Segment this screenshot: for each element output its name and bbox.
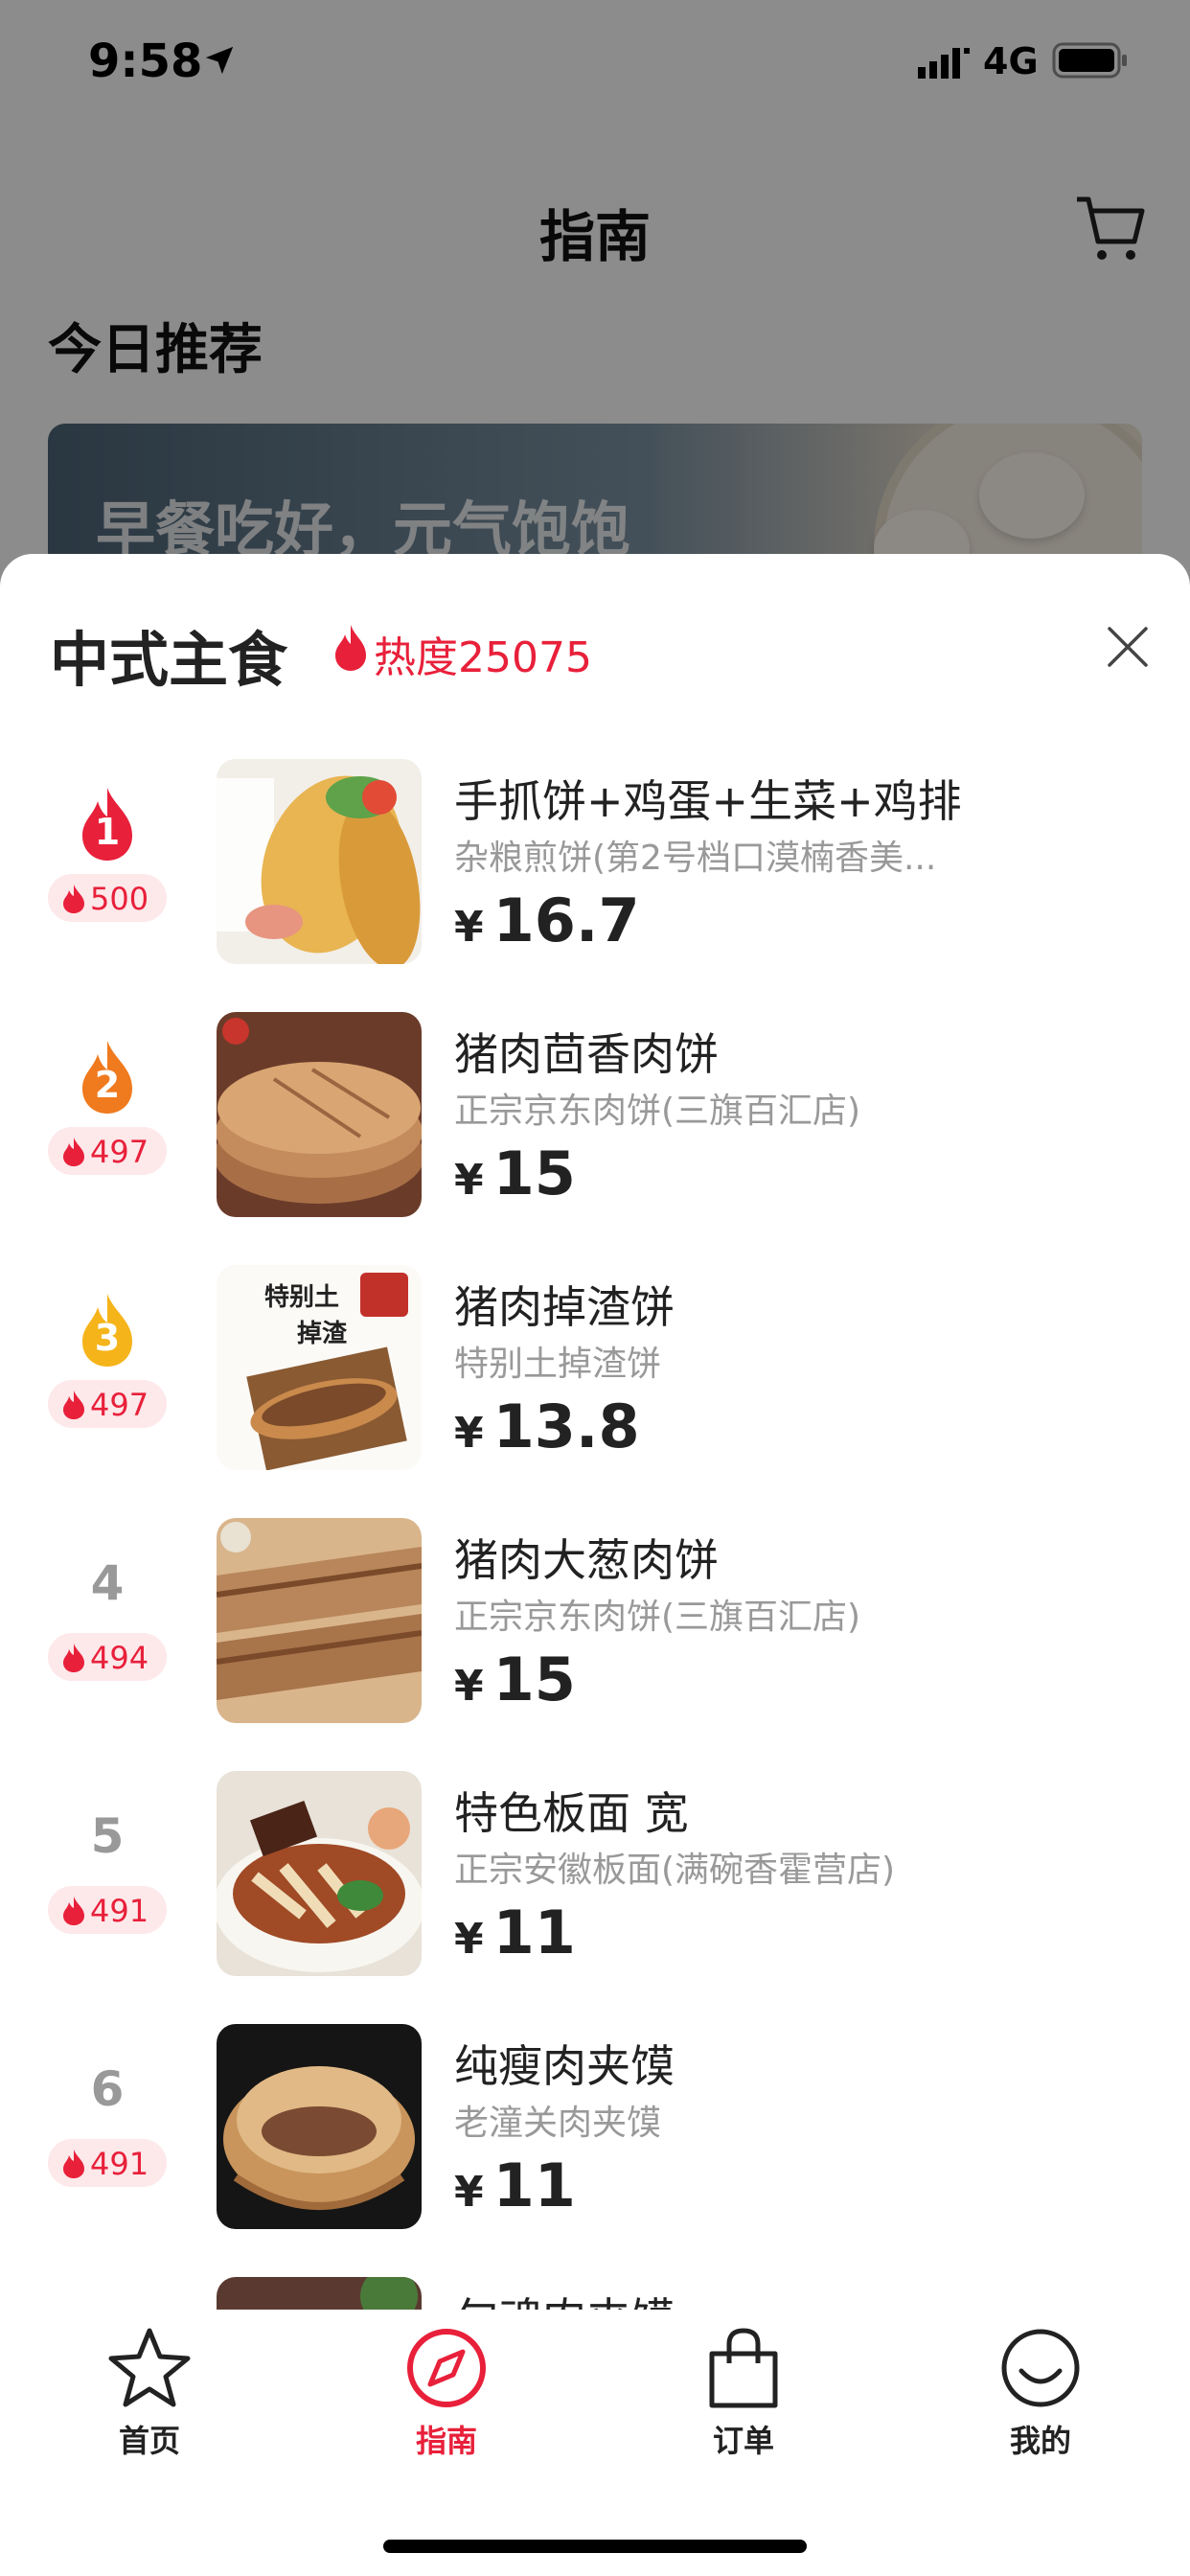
list-item[interactable]: 5 491 特色板面 宽 正宗安徽板面(满碗香霍营店) ¥11 bbox=[0, 1771, 1190, 2024]
heat-value: 491 bbox=[90, 1893, 149, 1929]
heat-value: 500 bbox=[90, 881, 149, 917]
list-item[interactable]: 3 497 特别土 掉渣 猪肉掉渣饼 特别土掉渣饼 ¥13.8 bbox=[0, 1265, 1190, 1518]
item-shop: 杂粮煎饼(第2号档口漠楠香美... bbox=[454, 839, 937, 878]
heat-badge: 494 bbox=[48, 1633, 167, 1681]
item-name: 纯瘦肉夹馍 bbox=[454, 2040, 675, 2092]
heat-value: 491 bbox=[90, 2146, 149, 2182]
item-shop: 正宗京东肉饼(三旗百汇店) bbox=[454, 1092, 861, 1131]
tab-home[interactable]: 首页 bbox=[54, 2325, 245, 2478]
item-name: 猪肉掉渣饼 bbox=[454, 1281, 675, 1333]
tab-bar: 首页 指南 订单 我的 bbox=[0, 2310, 1190, 2576]
heat-badge: 491 bbox=[48, 1886, 167, 1934]
heat-value: 494 bbox=[90, 1640, 149, 1676]
item-shop: 老潼关肉夹馍 bbox=[454, 2104, 662, 2143]
item-shop: 正宗京东肉饼(三旗百汇店) bbox=[454, 1598, 861, 1637]
tab-orders[interactable]: 订单 bbox=[648, 2325, 839, 2478]
star-icon bbox=[108, 2328, 191, 2407]
item-price: ¥11 bbox=[454, 2150, 576, 2220]
shopping-bag-icon bbox=[709, 2328, 778, 2408]
rank-number: 3 bbox=[94, 1317, 121, 1359]
list-item[interactable]: 勾魂肉夹馍 bbox=[0, 2277, 1190, 2312]
heat-total: 热度25075 bbox=[374, 633, 592, 682]
ranking-list: 1 500 手抓饼+鸡蛋+生菜+鸡排 杂粮煎饼(第2号档口漠楠香美... ¥ 1… bbox=[0, 759, 1190, 2312]
rank-number: 5 bbox=[90, 1808, 125, 1864]
item-name: 手抓饼+鸡蛋+生菜+鸡排 bbox=[454, 775, 962, 827]
heat-badge: 497 bbox=[48, 1127, 167, 1175]
tab-label: 指南 bbox=[415, 2423, 477, 2459]
food-image bbox=[217, 1012, 422, 1217]
heat-badge: 500 bbox=[48, 874, 167, 922]
tab-label: 订单 bbox=[712, 2423, 774, 2459]
dim-overlay[interactable] bbox=[0, 0, 1190, 613]
flame-icon bbox=[63, 2150, 84, 2178]
rank-badge: 1 bbox=[48, 786, 167, 862]
tab-label: 首页 bbox=[118, 2423, 180, 2459]
svg-text:掉渣: 掉渣 bbox=[297, 1320, 348, 1348]
tab-label: 我的 bbox=[1009, 2423, 1071, 2459]
rank-number: 6 bbox=[90, 2061, 125, 2117]
rank-number: 1 bbox=[94, 811, 121, 853]
flame-icon bbox=[63, 1138, 84, 1166]
rank-badge: 5 bbox=[48, 1798, 167, 1874]
flame-icon bbox=[63, 1391, 84, 1419]
item-price: ¥16.7 bbox=[454, 886, 640, 955]
home-indicator[interactable] bbox=[383, 2540, 807, 2553]
heat-value: 497 bbox=[90, 1134, 149, 1170]
food-image bbox=[217, 1771, 422, 1976]
tab-guide[interactable]: 指南 bbox=[351, 2325, 542, 2478]
item-shop: 特别土掉渣饼 bbox=[454, 1345, 662, 1384]
item-name: 勾魂肉夹馍 bbox=[454, 2285, 675, 2312]
item-name: 特色板面 宽 bbox=[454, 1787, 689, 1839]
flame-icon bbox=[63, 1644, 84, 1672]
rank-number: 2 bbox=[94, 1064, 121, 1106]
food-image bbox=[217, 1518, 422, 1723]
list-item[interactable]: 6 491 纯瘦肉夹馍 老潼关肉夹馍 ¥11 bbox=[0, 2024, 1190, 2277]
compass-icon bbox=[407, 2329, 486, 2407]
heat-badge: 491 bbox=[48, 2139, 167, 2187]
rank-badge: 4 bbox=[48, 1545, 167, 1622]
background-page: 9:58 4G 指南 今日推荐 早餐吃好，元气饱饱 bbox=[0, 0, 1190, 673]
flame-icon bbox=[63, 1897, 84, 1925]
rank-badge: 6 bbox=[48, 2051, 167, 2128]
heat-badge: 497 bbox=[48, 1380, 167, 1428]
item-price: ¥15 bbox=[454, 1644, 576, 1714]
item-name: 猪肉大葱肉饼 bbox=[454, 1534, 719, 1586]
item-price: ¥15 bbox=[454, 1138, 576, 1208]
item-price: ¥11 bbox=[454, 1898, 576, 1967]
rank-badge: 2 bbox=[48, 1039, 167, 1116]
close-icon[interactable] bbox=[1106, 625, 1150, 669]
list-item[interactable]: 1 500 手抓饼+鸡蛋+生菜+鸡排 杂粮煎饼(第2号档口漠楠香美... ¥ 1… bbox=[0, 759, 1190, 1012]
smiley-icon bbox=[1001, 2329, 1080, 2407]
list-item[interactable]: 2 497 猪肉茴香肉饼 正宗京东肉饼(三旗百汇店) ¥15 bbox=[0, 1012, 1190, 1265]
flame-icon bbox=[335, 625, 366, 671]
food-image: 特别土 掉渣 bbox=[217, 1265, 422, 1470]
rank-badge: 3 bbox=[48, 1292, 167, 1368]
item-name: 猪肉茴香肉饼 bbox=[454, 1028, 719, 1080]
item-price: ¥13.8 bbox=[454, 1392, 640, 1461]
food-image bbox=[217, 2024, 422, 2229]
heat-value: 497 bbox=[90, 1387, 149, 1423]
item-shop: 正宗安徽板面(满碗香霍营店) bbox=[454, 1851, 896, 1890]
thumb-logo-text: 特别土 bbox=[264, 1282, 339, 1312]
food-image bbox=[217, 759, 422, 964]
list-item[interactable]: 4 494 猪肉大葱肉饼 正宗京东肉饼(三旗百汇店) ¥15 bbox=[0, 1518, 1190, 1771]
sheet-title: 中式主食 bbox=[50, 625, 288, 695]
food-image bbox=[217, 2277, 422, 2312]
flame-icon bbox=[63, 885, 84, 913]
tab-mine[interactable]: 我的 bbox=[945, 2325, 1136, 2478]
ranking-sheet: 中式主食 热度25075 1 500 手抓饼+鸡蛋+生菜+鸡排 杂粮煎饼(第2号… bbox=[0, 554, 1190, 2576]
rank-number: 4 bbox=[90, 1555, 125, 1611]
